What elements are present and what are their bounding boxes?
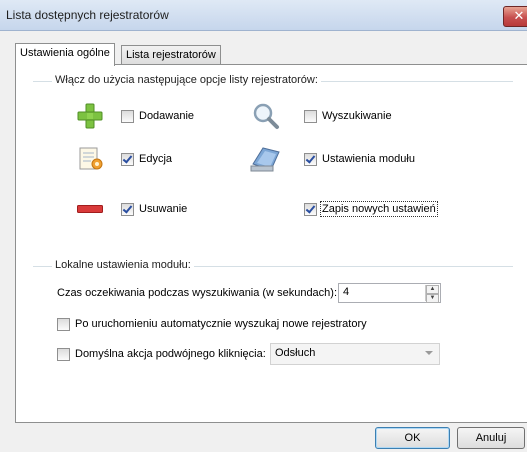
- double-click-action-value: Odsłuch: [275, 347, 316, 359]
- add-checkbox[interactable]: [121, 110, 134, 123]
- save-settings-option-label: Zapis nowych ustawień: [320, 201, 438, 217]
- ok-button[interactable]: OK: [375, 427, 450, 449]
- tab-recorder-list[interactable]: Lista rejestratorów: [121, 45, 221, 65]
- tab-label: Ustawienia ogólne: [20, 47, 110, 59]
- tab-general-settings[interactable]: Ustawienia ogólne: [15, 43, 115, 66]
- timeout-spinner[interactable]: 4 ▲ ▼: [338, 283, 441, 303]
- double-click-action-select[interactable]: Odsłuch: [270, 343, 440, 365]
- delete-checkbox[interactable]: [121, 203, 134, 216]
- magnifier-icon: [253, 103, 279, 129]
- module-settings-option-label: Ustawienia modułu: [322, 153, 415, 165]
- edit-checkbox[interactable]: [121, 153, 134, 166]
- save-settings-checkbox[interactable]: [304, 203, 317, 216]
- module-settings-checkbox[interactable]: [304, 153, 317, 166]
- close-button[interactable]: ✕: [503, 6, 527, 27]
- timeout-label: Czas oczekiwania podczas wyszukiwania (w…: [57, 287, 338, 299]
- double-click-label: Domyślna akcja podwójnego kliknięcia:: [75, 348, 266, 360]
- title-bar: Lista dostępnych rejestratorów ✕: [0, 0, 527, 31]
- close-icon: ✕: [513, 8, 525, 23]
- plus-icon: [77, 103, 103, 129]
- double-click-checkbox[interactable]: [57, 348, 70, 361]
- search-option-label: Wyszukiwanie: [322, 110, 392, 122]
- module-settings-icon: [250, 147, 280, 172]
- spinner-buttons[interactable]: ▲ ▼: [425, 285, 439, 303]
- add-option-label: Dodawanie: [139, 110, 195, 122]
- edit-option-label: Edycja: [139, 153, 173, 165]
- minus-icon: [77, 205, 103, 213]
- local-settings-group-label: Lokalne ustawienia modułu:: [52, 259, 194, 271]
- spin-up-icon[interactable]: ▲: [426, 285, 439, 294]
- window-title: Lista dostępnych rejestratorów: [6, 8, 169, 22]
- cancel-button[interactable]: Anuluj: [457, 427, 525, 449]
- options-group-label: Włącz do użycia następujące opcje listy …: [52, 74, 321, 86]
- tab-label: Lista rejestratorów: [126, 49, 216, 61]
- spin-down-icon[interactable]: ▼: [426, 294, 439, 303]
- edit-document-icon: [79, 147, 103, 170]
- timeout-value[interactable]: 4: [343, 286, 349, 298]
- chevron-down-icon: [425, 351, 433, 355]
- search-checkbox[interactable]: [304, 110, 317, 123]
- auto-search-checkbox[interactable]: [57, 318, 70, 331]
- delete-option-label: Usuwanie: [139, 203, 188, 215]
- auto-search-label: Po uruchomieniu automatycznie wyszukaj n…: [75, 318, 367, 330]
